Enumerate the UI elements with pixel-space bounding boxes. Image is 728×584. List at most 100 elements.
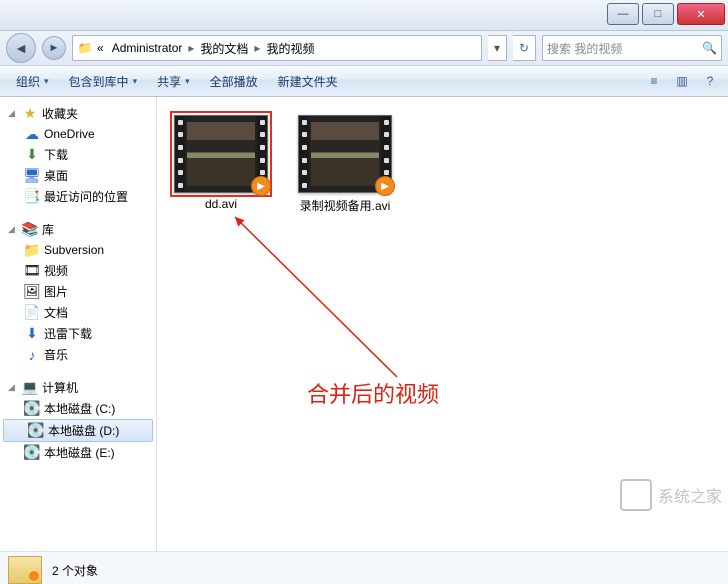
video-thumbnail[interactable]: ▶ (298, 115, 392, 193)
play-icon: ▶ (375, 176, 395, 196)
download-icon: ⬇ (24, 147, 40, 163)
explorer-window: — □ ✕ ◄ ► 📁 « Administrator ▸ 我的文档 ▸ 我的视… (0, 0, 728, 584)
titlebar[interactable]: — □ ✕ (0, 0, 728, 31)
sidebar-label: 库 (42, 221, 54, 238)
search-placeholder: 搜索 我的视频 (547, 40, 622, 57)
sidebar-favorites[interactable]: ◢ ★ 收藏夹 (0, 103, 156, 124)
chevron-down-icon: ▾ (133, 76, 138, 87)
watermark: 系统之家 (620, 479, 722, 511)
sidebar-item-downloads[interactable]: ⬇下载 (0, 144, 156, 165)
breadcrumb[interactable]: 📁 « Administrator ▸ 我的文档 ▸ 我的视频 (72, 35, 482, 61)
expander-icon[interactable]: ◢ (8, 108, 18, 119)
sidebar-item-recent[interactable]: 📑最近访问的位置 (0, 186, 156, 207)
play-icon: ▶ (251, 176, 271, 196)
minimize-button[interactable]: — (607, 3, 639, 25)
sidebar-item-subversion[interactable]: 📁 Subversion (0, 240, 156, 260)
maximize-icon: □ (655, 8, 662, 20)
expander-icon[interactable]: ◢ (8, 224, 18, 235)
address-bar: ◄ ► 📁 « Administrator ▸ 我的文档 ▸ 我的视频 ▾ ↻ … (0, 31, 728, 66)
maximize-button[interactable]: □ (642, 3, 674, 25)
breadcrumb-item[interactable]: 我的视频 (262, 40, 318, 57)
download-icon: ⬇ (24, 326, 40, 342)
sidebar-item-documents[interactable]: 📄文档 (0, 302, 156, 323)
refresh-icon: ↻ (519, 41, 529, 55)
sidebar-item-onedrive[interactable]: ☁OneDrive (0, 124, 156, 144)
sidebar-item-desktop[interactable]: 🖥桌面 (0, 165, 156, 186)
music-icon: ♪ (24, 347, 40, 363)
sidebar-label: 本地磁盘 (D:) (48, 422, 119, 439)
sidebar-item-drive-e[interactable]: 💽本地磁盘 (E:) (0, 442, 156, 463)
history-dropdown[interactable]: ▾ (488, 35, 507, 61)
sidebar-label: 视频 (44, 262, 68, 279)
sidebar-item-videos[interactable]: 🎞视频 (0, 260, 156, 281)
sidebar-label: 图片 (44, 283, 68, 300)
sidebar-item-drive-d[interactable]: 💽本地磁盘 (D:) (3, 419, 153, 442)
sidebar-libraries[interactable]: ◢ 📚 库 (0, 219, 156, 240)
help-icon: ? (707, 74, 714, 88)
computer-icon: 💻 (22, 380, 38, 396)
search-icon: 🔍 (702, 41, 717, 55)
back-button[interactable]: ◄ (6, 33, 36, 63)
recent-icon: 📑 (24, 189, 40, 205)
sidebar-label: 音乐 (44, 346, 68, 363)
include-in-library-button[interactable]: 包含到库中▾ (61, 69, 146, 94)
sidebar-item-drive-c[interactable]: 💽本地磁盘 (C:) (0, 398, 156, 419)
expander-icon[interactable]: ◢ (8, 382, 18, 393)
preview-pane-button[interactable]: ▥ (672, 71, 692, 91)
desktop-icon: 🖥 (24, 168, 40, 184)
status-bar: 2 个对象 (0, 551, 728, 584)
file-item[interactable]: ▶ dd.avi (171, 115, 271, 214)
breadcrumb-item[interactable]: 我的文档 (196, 40, 252, 57)
chevron-down-icon: ▾ (44, 76, 49, 87)
watermark-logo-icon (620, 479, 652, 511)
file-item[interactable]: ▶ 录制视频备用.avi (295, 115, 395, 214)
sidebar-computer[interactable]: ◢ 💻 计算机 (0, 377, 156, 398)
sidebar-label: Subversion (44, 243, 104, 257)
annotation-arrow (217, 207, 437, 397)
breadcrumb-overflow[interactable]: « (93, 41, 108, 55)
view-icon: ≡ (650, 74, 657, 88)
sidebar-label: 文档 (44, 304, 68, 321)
forward-button[interactable]: ► (42, 36, 66, 60)
watermark-text: 系统之家 (658, 483, 722, 507)
content-pane[interactable]: ▶ dd.avi ▶ 录制视频备用.avi 合 (157, 97, 728, 551)
document-icon: 📄 (24, 305, 40, 321)
sidebar-item-music[interactable]: ♪音乐 (0, 344, 156, 365)
preview-icon: ▥ (676, 74, 687, 88)
sidebar-label: 计算机 (42, 379, 78, 396)
sidebar-item-pictures[interactable]: 🖼图片 (0, 281, 156, 302)
sidebar-label: 本地磁盘 (E:) (44, 444, 115, 461)
new-folder-button[interactable]: 新建文件夹 (270, 69, 346, 94)
folder-icon: 📁 (24, 242, 40, 258)
sidebar-label: 收藏夹 (42, 105, 78, 122)
chevron-right-icon[interactable]: ▸ (186, 41, 196, 55)
annotation-text: 合并后的视频 (307, 377, 439, 409)
breadcrumb-item[interactable]: Administrator (108, 41, 187, 55)
play-all-button[interactable]: 全部播放 (202, 69, 266, 94)
drive-icon: 💽 (28, 423, 44, 439)
sidebar-item-xunlei[interactable]: ⬇迅雷下载 (0, 323, 156, 344)
sidebar-label: 桌面 (44, 167, 68, 184)
video-icon: 🎞 (24, 263, 40, 279)
video-thumbnail[interactable]: ▶ (174, 115, 268, 193)
refresh-button[interactable]: ↻ (513, 35, 536, 61)
organize-button[interactable]: 组织▾ (8, 69, 57, 94)
help-button[interactable]: ? (700, 71, 720, 91)
minimize-icon: — (618, 8, 629, 20)
star-icon: ★ (22, 106, 38, 122)
search-input[interactable]: 搜索 我的视频 🔍 (542, 35, 722, 61)
library-icon: 📚 (22, 222, 38, 238)
view-mode-button[interactable]: ≡ (644, 71, 664, 91)
back-icon: ◄ (14, 40, 28, 56)
file-name[interactable]: dd.avi (205, 197, 237, 211)
file-name[interactable]: 录制视频备用.avi (300, 197, 391, 214)
sidebar[interactable]: ◢ ★ 收藏夹 ☁OneDrive ⬇下载 🖥桌面 📑最近访问的位置 ◢ 📚 库… (0, 97, 157, 551)
chevron-right-icon[interactable]: ▸ (252, 41, 262, 55)
drive-icon: 💽 (24, 445, 40, 461)
sidebar-label: 本地磁盘 (C:) (44, 400, 115, 417)
close-button[interactable]: ✕ (677, 3, 725, 25)
cloud-icon: ☁ (24, 126, 40, 142)
folder-icon: 📁 (77, 40, 93, 56)
share-button[interactable]: 共享▾ (149, 69, 198, 94)
toolbar: 组织▾ 包含到库中▾ 共享▾ 全部播放 新建文件夹 ≡ ▥ ? (0, 66, 728, 97)
